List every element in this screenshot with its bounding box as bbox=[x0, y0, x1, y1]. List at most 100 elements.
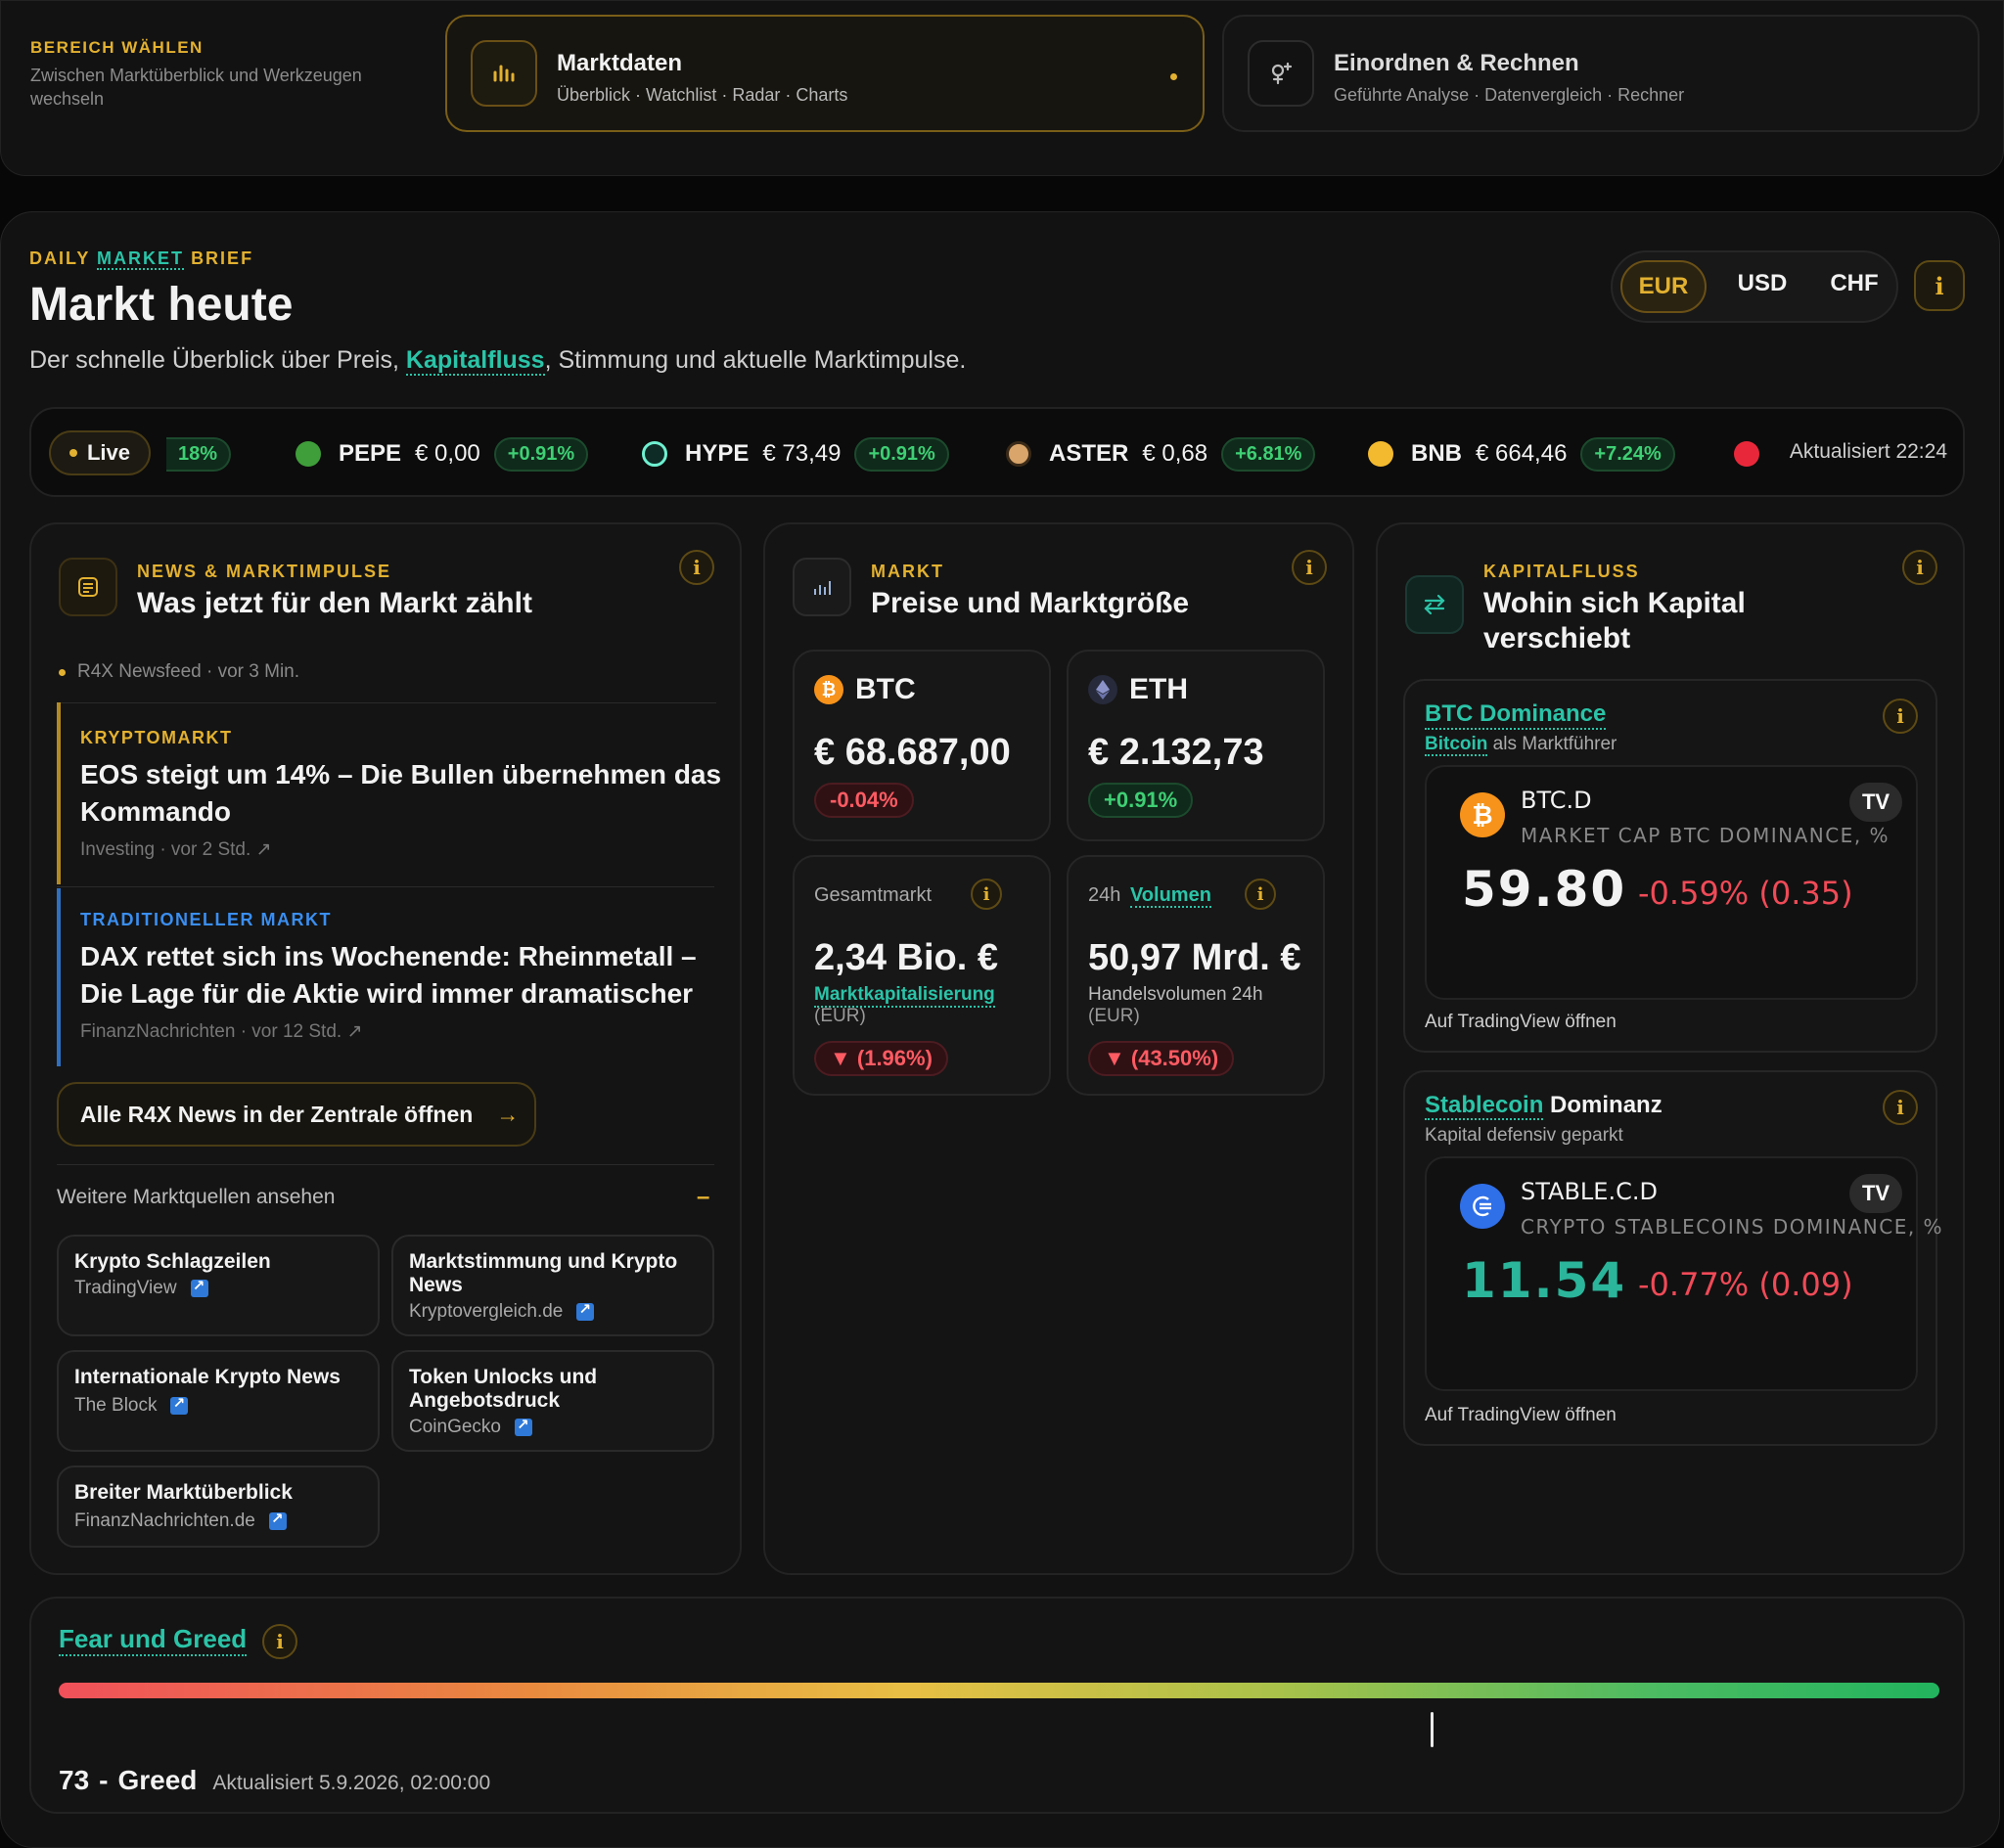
fear-greed-title[interactable]: Fear und Greed bbox=[59, 1624, 248, 1656]
source-origin: FinanzNachrichten.de bbox=[74, 1510, 287, 1532]
fear-greed-info-icon[interactable]: i bbox=[262, 1624, 297, 1659]
volume-desc: Handelsvolumen 24h bbox=[1088, 984, 1263, 1005]
total-market-info-icon[interactable]: i bbox=[971, 879, 1002, 910]
eth-tile[interactable]: ETH € 2.132,73 +0.91% bbox=[1067, 650, 1325, 841]
tv-value: 11.54 bbox=[1462, 1252, 1627, 1309]
source-card[interactable]: Internationale Krypto News The Block bbox=[57, 1350, 380, 1452]
news-accent-bar bbox=[57, 702, 61, 884]
all-news-button[interactable]: Alle R4X News in der Zentrale öffnen → bbox=[57, 1082, 536, 1147]
btc-dominance-title[interactable]: BTC Dominance bbox=[1425, 700, 1607, 730]
total-market-tile[interactable]: Gesamtmarkt i 2,34 Bio. € Marktkapitalis… bbox=[793, 855, 1051, 1096]
section-option-einordnen[interactable]: Einordnen & Rechnen Geführte Analyse · D… bbox=[1222, 15, 1980, 132]
news-info-icon[interactable]: i bbox=[679, 550, 714, 585]
source-card[interactable]: Marktstimmung und Krypto News Kryptoverg… bbox=[391, 1235, 714, 1336]
eyebrow-market[interactable]: MARKET bbox=[97, 248, 185, 270]
btc-dominance-info-icon[interactable]: i bbox=[1883, 699, 1918, 734]
section-picker-eyebrow: BEREICH WÄHLEN bbox=[30, 38, 204, 57]
btc-change: -0.04% bbox=[814, 783, 914, 818]
tradingview-widget-btcd[interactable]: ₿ BTC.D MARKET CAP BTC DOMINANCE, % TV 5… bbox=[1425, 765, 1918, 1000]
news-meta: FinanzNachrichten · vor 12 Std. ↗ bbox=[80, 1021, 363, 1042]
stablecoin-link[interactable]: Stablecoin bbox=[1425, 1092, 1544, 1120]
ticker-track: 18% PEPE € 0,00 +0.91% HYPE € 73,49 +0.9… bbox=[166, 409, 1771, 495]
news-eyebrow: NEWS & MARKTIMPULSE bbox=[137, 562, 391, 581]
news-category: KRYPTOMARKT bbox=[80, 728, 233, 747]
ticker-updated: Aktualisiert 22:24 bbox=[1789, 440, 1947, 463]
market-cap-link[interactable]: Marktkapitalisierung bbox=[814, 984, 995, 1008]
btc-symbol: BTC bbox=[855, 673, 916, 705]
ticker-item-bnb[interactable]: BNB € 664,46 +7.24% bbox=[1368, 434, 1675, 473]
tradingview-open-link[interactable]: Auf TradingView öffnen bbox=[1425, 1405, 1617, 1426]
btc-tile[interactable]: ₿ BTC € 68.687,00 -0.04% bbox=[793, 650, 1051, 841]
news-meta: Investing · vor 2 Std. ↗ bbox=[80, 839, 272, 860]
volume-link[interactable]: Volumen bbox=[1129, 884, 1211, 908]
volume-tile[interactable]: 24h Volumen i 50,97 Mrd. € Handelsvolume… bbox=[1067, 855, 1325, 1096]
ticker-symbol: ASTER bbox=[1049, 440, 1129, 467]
stablecoin-info-icon[interactable]: i bbox=[1883, 1090, 1918, 1125]
section-option-marktdaten[interactable]: Marktdaten Überblick · Watchlist · Radar… bbox=[445, 15, 1205, 132]
source-name: FinanzNachrichten.de bbox=[74, 1510, 255, 1531]
currency-chf-button[interactable]: CHF bbox=[1820, 270, 1889, 297]
ticker-change: 18% bbox=[166, 436, 232, 472]
total-market-label: Gesamtmarkt bbox=[814, 884, 933, 906]
capital-title-line2: verschiebt bbox=[1483, 622, 1631, 654]
source-origin: CoinGecko bbox=[409, 1416, 532, 1438]
ticker-item-partial-end[interactable]: T bbox=[1734, 434, 1771, 473]
section-picker-description: Zwischen Marktüberblick und Werkzeugen w… bbox=[30, 66, 362, 109]
market-title: Preise und Marktgröße bbox=[871, 587, 1190, 619]
currency-eur-button[interactable]: EUR bbox=[1620, 260, 1707, 313]
more-sources-label[interactable]: Weitere Marktquellen ansehen bbox=[57, 1186, 335, 1209]
bitcoin-link[interactable]: Bitcoin bbox=[1425, 734, 1488, 756]
ethereum-icon bbox=[1088, 675, 1117, 704]
capital-info-icon[interactable]: i bbox=[1902, 550, 1937, 585]
bnb-icon bbox=[1368, 441, 1393, 467]
bar-chart-icon bbox=[471, 40, 537, 107]
market-eyebrow: MARKT bbox=[871, 562, 944, 581]
source-name: CoinGecko bbox=[409, 1417, 501, 1437]
section-option-subtitle: Überblick · Watchlist · Radar · Charts bbox=[557, 85, 848, 105]
ticker-item-hype[interactable]: HYPE € 73,49 +0.91% bbox=[642, 434, 949, 473]
total-market-value: 2,34 Bio. € bbox=[814, 937, 998, 978]
kapitalfluss-link[interactable]: Kapitalfluss bbox=[405, 346, 545, 376]
source-card[interactable]: Breiter Marktüberblick FinanzNachrichten… bbox=[57, 1465, 380, 1548]
page-subtitle: Der schnelle Überblick über Preis, Kapit… bbox=[29, 346, 966, 376]
stablecoin-title-rest: Dominanz bbox=[1543, 1092, 1662, 1118]
source-origin: Kryptovergleich.de bbox=[409, 1300, 595, 1323]
news-headline[interactable]: EOS steigt um 14% – Die Bullen übernehme… bbox=[80, 756, 736, 831]
news-icon bbox=[59, 558, 117, 616]
pepe-icon bbox=[296, 441, 321, 467]
news-item[interactable]: TRADITIONELLER MARKT DAX rettet sich ins… bbox=[80, 910, 736, 1043]
ticker-item-aster[interactable]: ASTER € 0,68 +6.81% bbox=[1006, 434, 1316, 473]
tradingview-widget-stablecd[interactable]: STABLE.C.D CRYPTO STABLECOINS DOMINANCE,… bbox=[1425, 1156, 1942, 1391]
source-title: Token Unlocks und Angebotsdruck bbox=[409, 1366, 598, 1412]
volume-value: 50,97 Mrd. € bbox=[1088, 937, 1301, 978]
ticker-change: +0.91% bbox=[854, 436, 949, 472]
eyebrow-brief: BRIEF bbox=[191, 248, 254, 268]
external-link-icon bbox=[268, 1510, 287, 1530]
source-title: Marktstimmung und Krypto News bbox=[409, 1250, 678, 1296]
news-category: TRADITIONELLER MARKT bbox=[80, 910, 332, 929]
tradingview-logo-icon: TV bbox=[1849, 783, 1902, 822]
source-card[interactable]: Krypto Schlagzeilen TradingView bbox=[57, 1235, 380, 1336]
tradingview-open-link[interactable]: Auf TradingView öffnen bbox=[1425, 1012, 1617, 1033]
volume-label-prefix: 24h bbox=[1088, 884, 1121, 906]
ticker-price: € 0,00 bbox=[415, 440, 480, 467]
ticker-symbol: PEPE bbox=[339, 440, 402, 467]
market-info-icon[interactable]: i bbox=[1292, 550, 1327, 585]
collapse-icon[interactable]: – bbox=[697, 1184, 709, 1211]
btc-dominance-sub: Bitcoin als Marktführer bbox=[1425, 734, 1617, 756]
news-item[interactable]: KRYPTOMARKT EOS steigt um 14% – Die Bull… bbox=[80, 728, 736, 861]
eth-change: +0.91% bbox=[1088, 783, 1194, 818]
header-info-button[interactable]: i bbox=[1914, 260, 1965, 311]
ticker-item-pepe[interactable]: PEPE € 0,00 +0.91% bbox=[296, 434, 589, 473]
volume-info-icon[interactable]: i bbox=[1245, 879, 1276, 910]
capital-eyebrow: KAPITALFLUSS bbox=[1483, 562, 1640, 581]
news-headline[interactable]: DAX rettet sich ins Wochenende: Rheinmet… bbox=[80, 938, 736, 1013]
ticker-change: +0.91% bbox=[493, 436, 589, 472]
ticker-item-partial[interactable]: 18% bbox=[166, 434, 232, 473]
source-card[interactable]: Token Unlocks und Angebotsdruck CoinGeck… bbox=[391, 1350, 714, 1452]
tv-change: -0.59% (0.35) bbox=[1638, 875, 1853, 912]
divider bbox=[57, 1164, 714, 1165]
source-title: Internationale Krypto News bbox=[74, 1366, 341, 1388]
currency-usd-button[interactable]: USD bbox=[1728, 270, 1797, 297]
tv-value: 59.80 bbox=[1462, 861, 1627, 918]
